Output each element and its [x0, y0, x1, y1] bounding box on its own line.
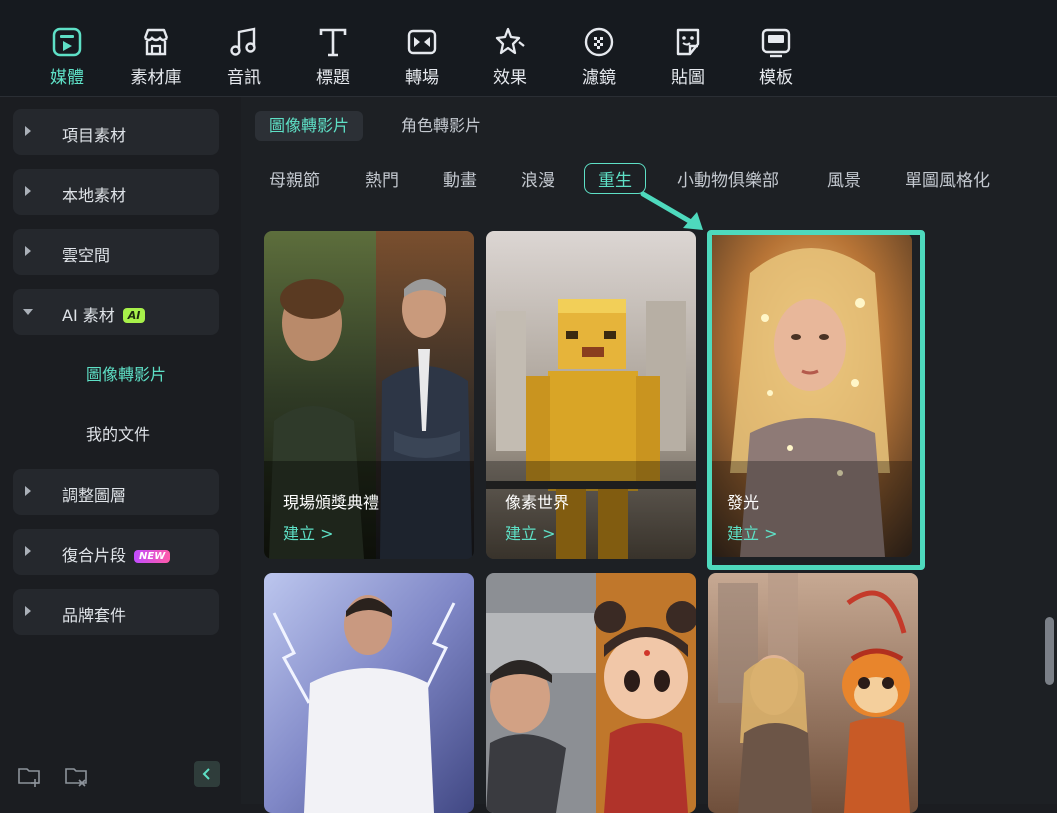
card-title: 像素世界 — [505, 493, 570, 512]
card-title: 發光 — [727, 493, 760, 512]
category-scenery[interactable]: 風景 — [827, 166, 861, 191]
template-card-toy-friend[interactable] — [486, 573, 696, 813]
card-create-link[interactable]: 建立 > — [505, 520, 556, 544]
caret-down-icon — [23, 309, 33, 315]
card-create-link[interactable]: 建立 > — [727, 520, 778, 544]
effects-star-icon — [495, 27, 525, 55]
template-icon — [761, 28, 791, 58]
toolbar-effects[interactable]: 效果 — [472, 26, 548, 88]
sidebar-item-label: 復合片段 — [62, 546, 127, 565]
main-panel: 圖像轉影片 角色轉影片 母親節 熱門 動畫 浪漫 重生 小動物俱樂部 風景 單圖… — [241, 97, 1057, 813]
toolbar-templates-label: 模板 — [759, 68, 793, 88]
vertical-scrollbar[interactable] — [1045, 617, 1054, 685]
category-pets-club[interactable]: 小動物俱樂部 — [677, 166, 779, 191]
sidebar-item-label: 調整圖層 — [62, 486, 127, 505]
sidebar-item-label: 本地素材 — [62, 186, 127, 205]
sidebar-item-compound-clip[interactable]: 復合片段 NEW — [13, 529, 219, 575]
toolbar-filters[interactable]: 濾鏡 — [561, 26, 637, 88]
category-animation[interactable]: 動畫 — [443, 166, 477, 191]
toolbar-transitions-label: 轉場 — [405, 68, 439, 88]
sidebar-item-ai-media[interactable]: AI 素材 AI — [13, 289, 219, 335]
category-mothers-day[interactable]: 母親節 — [269, 166, 320, 191]
sidebar-item-adjustment-layer[interactable]: 調整圖層 — [13, 469, 219, 515]
toolbar-audio[interactable]: 音訊 — [206, 26, 282, 88]
card-thumbnail — [486, 573, 696, 813]
sidebar: 項目素材 本地素材 雲空間 AI 素材 AI 圖像轉影片 我的文件 調整圖層 復合… — [0, 97, 240, 804]
toolbar-filters-label: 濾鏡 — [582, 68, 616, 88]
caret-right-icon — [25, 546, 31, 556]
sidebar-item-label: AI 素材 — [62, 306, 115, 325]
sticker-icon — [676, 28, 700, 56]
new-folder-icon[interactable] — [17, 763, 43, 789]
transition-icon — [407, 29, 437, 55]
sidebar-item-cloud[interactable]: 雲空間 — [13, 229, 219, 275]
toolbar-titles[interactable]: 標題 — [295, 26, 371, 88]
toolbar-effects-label: 效果 — [493, 68, 527, 88]
caret-right-icon — [25, 486, 31, 496]
caret-right-icon — [25, 606, 31, 616]
media-icon — [52, 27, 82, 57]
toolbar-transitions[interactable]: 轉場 — [384, 26, 460, 88]
collapse-sidebar-button[interactable] — [194, 761, 220, 787]
sidebar-item-brand-kit[interactable]: 品牌套件 — [13, 589, 219, 635]
template-card-awards[interactable]: 現場頒獎典禮 建立 > — [264, 231, 474, 559]
toolbar-media-label: 媒體 — [50, 68, 84, 88]
top-toolbar: 媒體 素材庫 音訊 標題 轉場 效果 濾鏡 貼圖 模板 — [0, 0, 1057, 97]
sidebar-item-local-media[interactable]: 本地素材 — [13, 169, 219, 215]
text-t-icon — [319, 28, 347, 57]
new-badge: NEW — [134, 550, 171, 563]
sidebar-item-text: 復合片段 NEW — [62, 542, 171, 566]
card-title: 現場頒獎典禮 — [283, 493, 380, 512]
delete-folder-icon[interactable] — [64, 763, 90, 789]
sidebar-item-text: AI 素材 AI — [62, 302, 146, 326]
caret-right-icon — [25, 126, 31, 136]
sidebar-subitem-my-files[interactable]: 我的文件 — [86, 421, 150, 445]
toolbar-media[interactable]: 媒體 — [29, 26, 105, 88]
template-card-lightning[interactable] — [264, 573, 474, 813]
ai-badge: AI — [122, 308, 146, 323]
sidebar-item-label: 項目素材 — [62, 126, 127, 145]
template-card-glow[interactable]: 發光 建立 > — [710, 233, 912, 557]
toolbar-audio-label: 音訊 — [227, 68, 261, 88]
template-card-pixel-world[interactable]: 像素世界 建立 > — [486, 231, 696, 559]
sidebar-item-project-media[interactable]: 項目素材 — [13, 109, 219, 155]
filter-icon — [584, 27, 614, 57]
card-thumbnail — [708, 573, 918, 813]
category-romance[interactable]: 浪漫 — [521, 166, 555, 191]
toolbar-stock[interactable]: 素材庫 — [118, 26, 194, 88]
subtab-image-to-video[interactable]: 圖像轉影片 — [255, 111, 364, 141]
category-rebirth[interactable]: 重生 — [584, 163, 646, 194]
store-icon — [143, 28, 169, 56]
chevron-left-icon — [202, 768, 210, 780]
category-single-image-stylize[interactable]: 單圖風格化 — [905, 166, 990, 191]
caret-right-icon — [25, 246, 31, 256]
caret-right-icon — [25, 186, 31, 196]
card-thumbnail — [264, 573, 474, 813]
toolbar-stickers-label: 貼圖 — [671, 68, 705, 88]
subtab-character-to-video[interactable]: 角色轉影片 — [387, 111, 495, 141]
sidebar-item-label: 品牌套件 — [62, 606, 127, 625]
toolbar-stock-label: 素材庫 — [130, 68, 182, 88]
card-create-link[interactable]: 建立 > — [283, 520, 334, 544]
template-card-monkey-friend[interactable] — [708, 573, 918, 813]
toolbar-stickers[interactable]: 貼圖 — [650, 26, 726, 88]
sidebar-item-label: 雲空間 — [62, 246, 111, 265]
music-note-icon — [230, 27, 256, 56]
sidebar-subitem-image-to-video[interactable]: 圖像轉影片 — [86, 361, 166, 385]
toolbar-titles-label: 標題 — [316, 68, 350, 88]
toolbar-templates[interactable]: 模板 — [738, 26, 814, 88]
category-popular[interactable]: 熱門 — [365, 166, 399, 191]
